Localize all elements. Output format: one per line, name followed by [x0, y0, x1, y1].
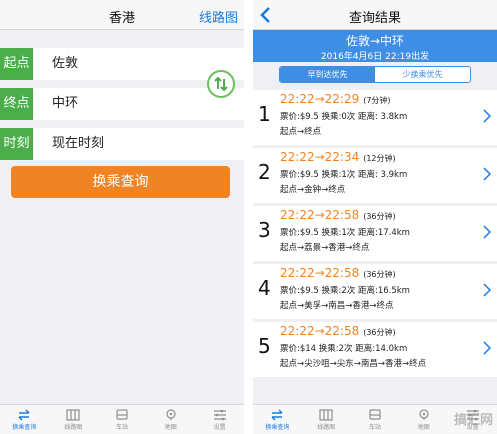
tab-line-map[interactable]: 线路图: [49, 405, 98, 434]
time-label: 时刻: [0, 128, 33, 160]
result-path: 起点→美孚→南昌→香港→终点: [280, 301, 394, 311]
result-info: 票价:$9.5 换乘:1次 距离: 3.9km: [280, 170, 408, 180]
result-index: 2: [258, 160, 271, 184]
result-info: 票价:$14 换乘:2次 距离:14.0km: [280, 344, 408, 354]
segment-earliest-arrival[interactable]: 早到达优先: [280, 67, 375, 82]
location-pin-icon: [419, 409, 429, 420]
time-range: 22:22→22:29: [280, 92, 360, 106]
chevron-right-icon: [483, 225, 491, 239]
result-times: 22:22→22:58 (36分钟): [280, 266, 396, 280]
time-range: 22:22→22:58: [280, 208, 360, 222]
chevron-right-icon: [483, 341, 491, 355]
nav-bar: 香港 线路图: [0, 0, 244, 30]
station-icon: [116, 409, 128, 420]
tab-map[interactable]: 地图: [146, 405, 195, 434]
tab-label: 线路图: [317, 424, 336, 431]
tab-label: 设置: [213, 424, 226, 431]
route-summary: 佐敦→中环: [345, 34, 405, 48]
result-times: 22:22→22:29 (7分钟): [280, 92, 391, 106]
to-label: 终点: [0, 88, 33, 120]
time-range: 22:22→22:34: [280, 150, 360, 164]
duration: (7分钟): [363, 96, 391, 105]
result-times: 22:22→22:58 (36分钟): [280, 324, 396, 338]
tab-settings[interactable]: 设置: [195, 405, 244, 434]
to-row[interactable]: 终点 中环: [0, 88, 244, 120]
tab-map[interactable]: 地图: [399, 405, 448, 434]
result-item[interactable]: 3 22:22→22:58 (36分钟) 票价:$9.5 换乘:1次 距离:17.…: [253, 206, 497, 261]
results-screen: 查询结果 佐敦→中环 2016年4月6日 22:19出发 早到达优先 少换乘优先…: [253, 0, 497, 434]
map-book-icon: [319, 409, 333, 421]
from-station-field[interactable]: 佐敦: [52, 48, 78, 80]
result-path: 起点→金钟→终点: [280, 185, 346, 195]
tab-label: 车站: [368, 424, 381, 431]
line-map-link[interactable]: 线路图: [199, 7, 238, 26]
page-title: 查询结果: [348, 11, 401, 26]
location-pin-icon: [166, 409, 176, 420]
tab-transfer-query[interactable]: 换乘查询: [0, 405, 49, 434]
transfer-query-button[interactable]: 换乘查询: [11, 166, 230, 198]
result-item[interactable]: 5 22:22→22:58 (36分钟) 票价:$14 换乘:2次 距离:14.0…: [253, 322, 497, 377]
result-times: 22:22→22:58 (36分钟): [280, 208, 396, 222]
results-list: 1 22:22→22:29 (7分钟) 票价:$9.5 换乘:0次 距离: 3.8…: [253, 90, 497, 380]
tab-label: 换乘查询: [12, 424, 37, 431]
tab-transfer-query[interactable]: 换乘查询: [253, 405, 302, 434]
result-index: 5: [258, 334, 271, 358]
route-form: 起点 佐敦 终点 中环 时刻 现在时刻: [0, 48, 244, 168]
watermark: 搞汇网: [453, 413, 493, 428]
result-path: 起点→尖沙咀→尖东→南昌→香港→终点: [280, 359, 427, 369]
result-path: 起点→终点: [280, 127, 322, 137]
result-info: 票价:$9.5 换乘:2次 距离:16.5km: [280, 286, 410, 296]
from-row[interactable]: 起点 佐敦: [0, 48, 244, 80]
tab-station[interactable]: 车站: [98, 405, 147, 434]
result-index: 4: [258, 276, 271, 300]
tab-line-map[interactable]: 线路图: [302, 405, 351, 434]
result-info: 票价:$9.5 换乘:0次 距离: 3.8km: [280, 112, 408, 122]
chevron-right-icon: [483, 167, 491, 181]
station-icon: [369, 409, 381, 420]
result-info: 票价:$9.5 换乘:1次 距离:17.4km: [280, 228, 410, 238]
tab-label: 地图: [164, 424, 177, 431]
result-times: 22:22→22:34 (12分钟): [280, 150, 396, 164]
settings-sliders-icon: [213, 409, 226, 421]
sort-segment-wrap: 早到达优先 少换乘优先: [253, 62, 497, 87]
chevron-right-icon: [483, 109, 491, 123]
to-station-field[interactable]: 中环: [52, 88, 78, 120]
result-index: 3: [258, 218, 271, 242]
route-banner: 佐敦→中环 2016年4月6日 22:19出发: [253, 30, 497, 62]
result-item[interactable]: 2 22:22→22:34 (12分钟) 票价:$9.5 换乘:1次 距离: 3.…: [253, 148, 497, 203]
tab-label: 车站: [115, 424, 128, 431]
duration: (12分钟): [363, 154, 396, 163]
sort-segmented-control: 早到达优先 少换乘优先: [279, 66, 471, 83]
result-path: 起点→荔景→香港→终点: [280, 243, 370, 253]
tab-label: 地图: [417, 424, 430, 431]
swap-icon: [214, 76, 228, 92]
time-row[interactable]: 时刻 现在时刻: [0, 128, 244, 160]
duration: (36分钟): [363, 328, 396, 337]
tab-bar: 换乘查询 线路图 车站 地图 设置: [0, 404, 244, 434]
tab-station[interactable]: 车站: [351, 405, 400, 434]
map-book-icon: [66, 409, 80, 421]
swap-stations-button[interactable]: [207, 70, 235, 98]
time-range: 22:22→22:58: [280, 324, 360, 338]
segment-fewest-transfers[interactable]: 少换乘优先: [375, 67, 470, 82]
duration: (36分钟): [363, 212, 396, 221]
tab-label: 换乘查询: [265, 424, 290, 431]
departure-time: 2016年4月6日 22:19出发: [320, 52, 430, 62]
time-range: 22:22→22:58: [280, 266, 360, 280]
chevron-right-icon: [483, 283, 491, 297]
time-field[interactable]: 现在时刻: [52, 128, 104, 160]
query-screen: 香港 线路图 起点 佐敦 终点 中环 时刻 现在时刻 换乘查询 换乘查询 线路图…: [0, 0, 244, 434]
transfer-icon: [18, 409, 30, 421]
result-index: 1: [258, 102, 271, 126]
transfer-icon: [271, 409, 283, 421]
result-item[interactable]: 1 22:22→22:29 (7分钟) 票价:$9.5 换乘:0次 距离: 3.8…: [253, 90, 497, 145]
tab-label: 线路图: [64, 424, 83, 431]
from-label: 起点: [0, 48, 33, 80]
duration: (36分钟): [363, 270, 396, 279]
result-item[interactable]: 4 22:22→22:58 (36分钟) 票价:$9.5 换乘:2次 距离:16.…: [253, 264, 497, 319]
nav-bar: 查询结果: [253, 0, 497, 30]
